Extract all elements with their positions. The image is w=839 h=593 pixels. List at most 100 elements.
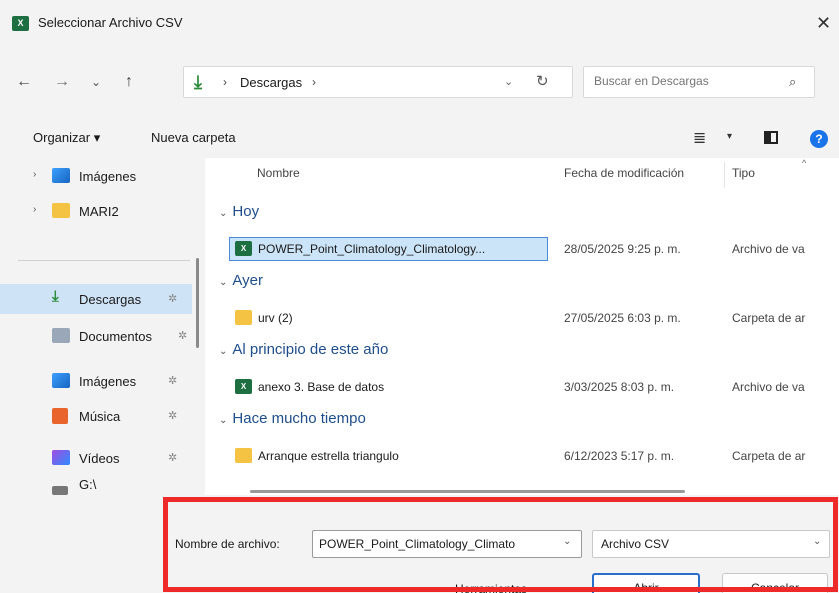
cancel-button[interactable]: Cancelar xyxy=(722,573,828,593)
sidebar-item-label: Documentos xyxy=(79,329,152,344)
navigation-pane: › Imágenes › MARI2 ⤓ Descargas ✲ Documen… xyxy=(0,158,205,495)
sidebar-item-documentos[interactable]: Documentos ✲ xyxy=(0,321,200,351)
title-bar: X Seleccionar Archivo CSV ✕ xyxy=(0,0,839,46)
sidebar-item-drive-g[interactable]: G:\ xyxy=(0,473,200,495)
filename-label: Nombre de archivo: xyxy=(175,537,280,551)
view-options-icon[interactable]: ≣ xyxy=(693,128,706,148)
sidebar-item-label: Música xyxy=(79,409,121,424)
breadcrumb-separator[interactable]: › xyxy=(223,75,227,89)
folder-icon xyxy=(52,203,70,218)
help-icon[interactable]: ? xyxy=(810,130,828,148)
sidebar-item-label: Vídeos xyxy=(79,451,120,466)
organize-button[interactable]: Organizar ▾ xyxy=(33,130,100,146)
up-button[interactable]: ↑ xyxy=(117,70,141,94)
filename-combobox[interactable]: ⌄ xyxy=(312,530,582,558)
collapse-chevron-icon[interactable]: ⌄ xyxy=(219,208,227,219)
column-divider[interactable] xyxy=(724,162,725,188)
sidebar-item-label: G:\ xyxy=(79,477,97,492)
expand-chevron-icon[interactable]: › xyxy=(33,169,36,180)
expand-chevron-icon[interactable]: › xyxy=(33,204,36,215)
images-icon xyxy=(52,168,70,183)
chevron-down-icon[interactable]: ⌄ xyxy=(563,536,571,547)
search-box[interactable]: ⌕ xyxy=(583,66,815,98)
file-row[interactable]: urv (2) 27/05/2025 6:03 p. m. Carpeta de… xyxy=(230,307,839,329)
sidebar-item-label: MARI2 xyxy=(79,204,119,219)
music-icon xyxy=(52,408,68,424)
sidebar-item-label: Imágenes xyxy=(79,169,137,184)
download-icon: ⤓ xyxy=(194,72,202,92)
file-name: anexo 3. Base de datos xyxy=(258,380,385,394)
group-label: Ayer xyxy=(232,272,263,289)
dialog-footer: Nombre de archivo: ⌄ Archivo CSV ⌄ Herra… xyxy=(0,495,839,593)
close-button[interactable]: ✕ xyxy=(808,10,839,36)
file-type: Archivo de va xyxy=(732,242,805,256)
group-header-principio-ano[interactable]: ⌄ Al principio de este año xyxy=(219,341,388,358)
address-dropdown-button[interactable]: ⌄ xyxy=(504,75,513,88)
breadcrumb-descargas[interactable]: Descargas xyxy=(240,75,302,90)
sidebar-divider xyxy=(18,260,190,261)
command-bar: Organizar ▾ Nueva carpeta ≣ ▾ ? xyxy=(0,118,839,158)
tools-dropdown-icon[interactable]: ▾ xyxy=(561,584,566,593)
sidebar-item-label: Descargas xyxy=(79,292,142,307)
tools-button[interactable]: Herramientas xyxy=(455,582,527,593)
file-type: Carpeta de ar xyxy=(732,449,806,463)
recent-locations-button[interactable]: ⌄ xyxy=(84,70,108,94)
collapse-chevron-icon[interactable]: ⌄ xyxy=(219,346,227,357)
search-input[interactable] xyxy=(594,74,774,88)
group-header-hace-mucho[interactable]: ⌄ Hace mucho tiempo xyxy=(219,410,366,427)
images-icon xyxy=(52,373,70,388)
back-button[interactable]: ← xyxy=(12,70,36,94)
forward-button[interactable]: → xyxy=(50,70,74,94)
file-row-meta[interactable]: 28/05/2025 9:25 p. m. Archivo de va xyxy=(230,238,839,260)
group-label: Hace mucho tiempo xyxy=(232,410,366,427)
horizontal-scrollbar[interactable] xyxy=(250,490,685,493)
file-row[interactable]: Arranque estrella triangulo 6/12/2023 5:… xyxy=(230,445,839,467)
search-icon[interactable]: ⌕ xyxy=(789,74,796,90)
filetype-value: Archivo CSV xyxy=(601,537,670,551)
download-icon: ⤓ xyxy=(52,288,59,305)
collapse-chevron-icon[interactable]: ⌄ xyxy=(219,277,227,288)
pin-icon[interactable]: ✲ xyxy=(168,292,177,305)
filetype-select[interactable]: Archivo CSV ⌄ xyxy=(592,530,830,558)
column-header-date[interactable]: Fecha de modificación xyxy=(564,166,684,180)
address-bar[interactable]: ⤓ › Descargas › ⌄ ↻ xyxy=(183,66,573,98)
preview-pane-icon[interactable] xyxy=(764,131,778,144)
group-label: Hoy xyxy=(232,203,260,220)
sidebar-item-musica[interactable]: Música ✲ xyxy=(0,401,200,431)
column-header-type[interactable]: Tipo xyxy=(732,166,755,180)
file-list: Nombre Fecha de modificación Tipo ^ ⌄ Hoy… xyxy=(205,158,839,495)
file-date: 6/12/2023 5:17 p. m. xyxy=(564,449,675,463)
file-type: Archivo de va xyxy=(732,380,805,394)
refresh-button[interactable]: ↻ xyxy=(536,72,549,90)
sidebar-item-mari2[interactable]: › MARI2 xyxy=(0,196,200,226)
window-title: Seleccionar Archivo CSV xyxy=(38,15,183,30)
chevron-down-icon[interactable]: ⌄ xyxy=(813,536,821,547)
file-row[interactable]: X anexo 3. Base de datos 3/03/2025 8:03 … xyxy=(230,376,839,398)
file-name: Arranque estrella triangulo xyxy=(258,449,399,463)
sidebar-item-videos[interactable]: Vídeos ✲ xyxy=(0,443,200,473)
open-button[interactable]: Abrir xyxy=(592,573,700,593)
pin-icon[interactable]: ✲ xyxy=(168,409,177,422)
file-type: Carpeta de ar xyxy=(732,311,806,325)
collapse-chevron-icon[interactable]: ⌄ xyxy=(219,415,227,426)
sidebar-item-imagenes-tree[interactable]: › Imágenes xyxy=(0,161,200,191)
sidebar-item-descargas[interactable]: ⤓ Descargas ✲ xyxy=(0,284,192,314)
drive-icon xyxy=(52,486,68,495)
new-folder-button[interactable]: Nueva carpeta xyxy=(151,130,236,145)
videos-icon xyxy=(52,450,70,465)
breadcrumb-separator[interactable]: › xyxy=(312,75,316,89)
folder-icon xyxy=(235,310,252,325)
group-header-ayer[interactable]: ⌄ Ayer xyxy=(219,272,263,289)
pin-icon[interactable]: ✲ xyxy=(178,329,187,342)
excel-file-icon: X xyxy=(235,379,252,394)
group-header-hoy[interactable]: ⌄ Hoy xyxy=(219,203,259,220)
view-dropdown-icon[interactable]: ▾ xyxy=(727,131,732,142)
pin-icon[interactable]: ✲ xyxy=(168,374,177,387)
pin-icon[interactable]: ✲ xyxy=(168,451,177,464)
filename-input[interactable] xyxy=(319,537,555,551)
sidebar-scrollbar[interactable] xyxy=(196,258,199,348)
file-name: urv (2) xyxy=(258,311,293,325)
file-date: 27/05/2025 6:03 p. m. xyxy=(564,311,681,325)
sidebar-item-imagenes[interactable]: Imágenes ✲ xyxy=(0,366,200,396)
column-header-name[interactable]: Nombre xyxy=(257,166,300,180)
